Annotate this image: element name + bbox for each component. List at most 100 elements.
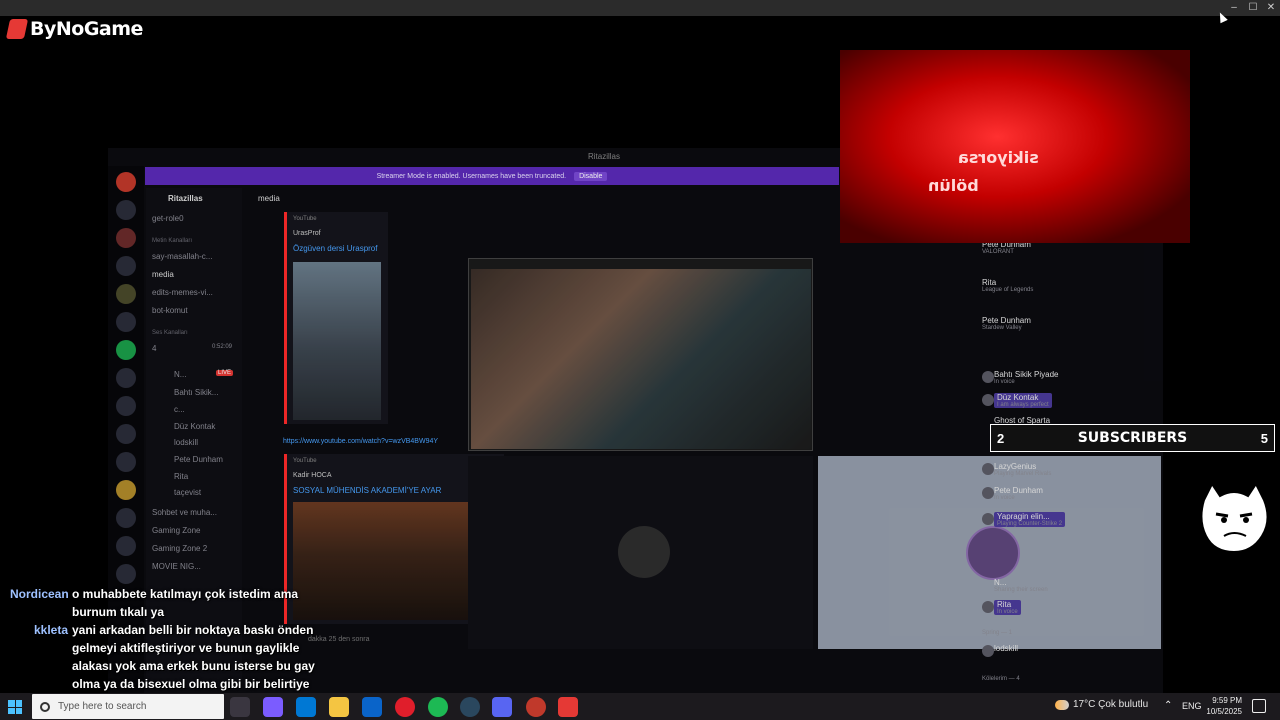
member-item[interactable]: Pete Dunham In voice [982, 486, 1043, 501]
avatar [618, 526, 670, 578]
youtube-link[interactable]: https://www.youtube.com/watch?v=wzVB4BW9… [283, 438, 438, 445]
store-icon[interactable] [296, 697, 316, 717]
member-name: LazyGenius [994, 462, 1037, 471]
minimize-button[interactable]: – [1226, 2, 1242, 14]
maximize-button[interactable]: ☐ [1245, 2, 1261, 14]
member-status: VALORANT [982, 249, 1014, 255]
windows-logo-icon [8, 700, 15, 707]
server-icon[interactable] [116, 480, 136, 500]
channel-item[interactable]: bot-komut [152, 306, 188, 315]
copilot-icon[interactable] [263, 697, 283, 717]
discord-icon[interactable] [492, 697, 512, 717]
start-button[interactable] [8, 700, 22, 714]
embed-author[interactable]: UrasProf [293, 230, 321, 237]
channel-item[interactable]: Gaming Zone 2 [152, 544, 207, 553]
disable-button[interactable]: Disable [574, 171, 608, 181]
embed-title[interactable]: Özgüven dersi Urasprof [293, 244, 377, 253]
avatar [982, 371, 994, 383]
subscriber-goal-bar: 2 SUBSCRIBERS 5 [990, 424, 1275, 452]
member-item[interactable]: Pete Dunham Stardew Valley [982, 316, 1031, 331]
avatar [982, 487, 994, 499]
avatar [982, 645, 994, 657]
voice-user[interactable]: lodskill [174, 438, 198, 447]
member-item[interactable]: Rita League of Legends [982, 278, 1033, 293]
add-server-icon[interactable] [116, 564, 136, 584]
voice-user[interactable]: N... [174, 370, 186, 379]
member-name: Pete Dunham [994, 486, 1043, 495]
member-status: Playing Marvel Rivals [994, 471, 1052, 477]
server-icon[interactable] [116, 452, 136, 472]
voice-user[interactable]: Bahtı Sikik... [174, 388, 218, 397]
voice-user[interactable]: Düz Kontak [174, 422, 215, 431]
member-item[interactable]: Bahtı Sikik Piyade In voice [982, 370, 1058, 385]
server-icon[interactable] [116, 312, 136, 332]
voice-channel[interactable]: 4 [152, 344, 156, 353]
server-icon[interactable] [116, 368, 136, 388]
steam-icon[interactable] [460, 697, 480, 717]
chat-text: o muhabbete katılmayı çok istedim ama bu… [72, 587, 299, 619]
chat-username: Nordicean [10, 587, 69, 601]
embed-author[interactable]: Kadir HOCA [293, 472, 332, 479]
server-name[interactable]: Ritazillas [168, 194, 203, 203]
member-status: Sharing their screen [994, 587, 1048, 593]
embed-title[interactable]: SOSYAL MÜHENDİS AKADEMİ'YE AYAR [293, 486, 441, 495]
windows-logo-icon [8, 707, 15, 714]
live-badge: LIVE [216, 370, 234, 376]
member-item[interactable]: LazyGenius Playing Marvel Rivals [982, 462, 1052, 477]
server-icon[interactable] [116, 396, 136, 416]
search-icon [40, 701, 50, 712]
server-icon[interactable] [116, 228, 136, 248]
server-icon[interactable] [116, 256, 136, 276]
member-name: Pete Dunham [982, 316, 1031, 325]
task-view-icon[interactable] [230, 697, 250, 717]
embed-source: YouTube [293, 216, 317, 222]
file-explorer-icon[interactable] [329, 697, 349, 717]
member-item[interactable]: N... Sharing their screen [994, 578, 1048, 593]
member-status: Stardew Valley [982, 325, 1022, 331]
channel-item[interactable]: Sohbet ve muha... [152, 508, 217, 517]
language-indicator[interactable]: ENG [1182, 701, 1202, 711]
weather-widget[interactable]: 17°C Çok bulutlu [1055, 699, 1148, 710]
server-icon[interactable] [116, 284, 136, 304]
taskbar-search-box[interactable]: Type here to search [32, 694, 224, 719]
channel-item[interactable]: MOVIE NIG... [152, 562, 201, 571]
member-item[interactable]: lodskill [982, 644, 1018, 657]
voice-tile[interactable] [468, 456, 813, 649]
meme-face-icon [1200, 482, 1269, 554]
channel-item[interactable]: Gaming Zone [152, 526, 200, 535]
server-icon[interactable] [116, 200, 136, 220]
voice-user[interactable]: Rita [174, 472, 188, 481]
channel-item[interactable]: say-masallah-c... [152, 252, 212, 261]
server-icon[interactable] [116, 340, 136, 360]
category-label[interactable]: Ses Kanalları [152, 330, 188, 336]
voice-user[interactable]: taçevist [174, 488, 201, 497]
chat-text: yani arkadan belli bir noktaya baskı önd… [72, 623, 315, 691]
bynogame-icon[interactable] [558, 697, 578, 717]
channel-item[interactable]: get-role0 [152, 214, 184, 223]
member-item[interactable]: Düz Kontak I am always perfect [982, 393, 1052, 408]
spotify-icon[interactable] [428, 697, 448, 717]
member-item[interactable]: Yapragin elin... Playing Counter-Strike 2 [982, 512, 1066, 527]
server-icon[interactable] [116, 424, 136, 444]
chevron-up-icon[interactable]: ⌃ [1164, 700, 1172, 711]
media-icon[interactable] [526, 697, 546, 717]
youtube-embed-1[interactable]: YouTube UrasProf Özgüven dersi Urasprof [284, 212, 388, 424]
notification-icon[interactable] [1252, 699, 1266, 713]
outlook-icon[interactable] [362, 697, 382, 717]
clock[interactable]: 9:59 PM 10/5/2025 [1204, 695, 1242, 717]
channel-item[interactable]: media [152, 270, 174, 279]
chat-message: Nordicean o muhabbete katılmayı çok iste… [0, 585, 320, 621]
video-thumbnail[interactable] [293, 262, 381, 420]
server-icon[interactable] [116, 536, 136, 556]
opera-icon[interactable] [395, 697, 415, 717]
close-button[interactable]: ✕ [1263, 2, 1279, 14]
member-item[interactable]: Rita In voice [982, 600, 1021, 615]
server-icon[interactable] [116, 508, 136, 528]
webcam-stream[interactable] [468, 258, 813, 451]
voice-user[interactable]: c... [174, 405, 185, 414]
channel-item[interactable]: edits-memes-vi... [152, 288, 213, 297]
category-label[interactable]: Metin Kanalları [152, 238, 192, 244]
chat-username: kkleta [34, 623, 69, 637]
voice-user[interactable]: Pete Dunham [174, 455, 223, 464]
server-icon[interactable] [116, 172, 136, 192]
